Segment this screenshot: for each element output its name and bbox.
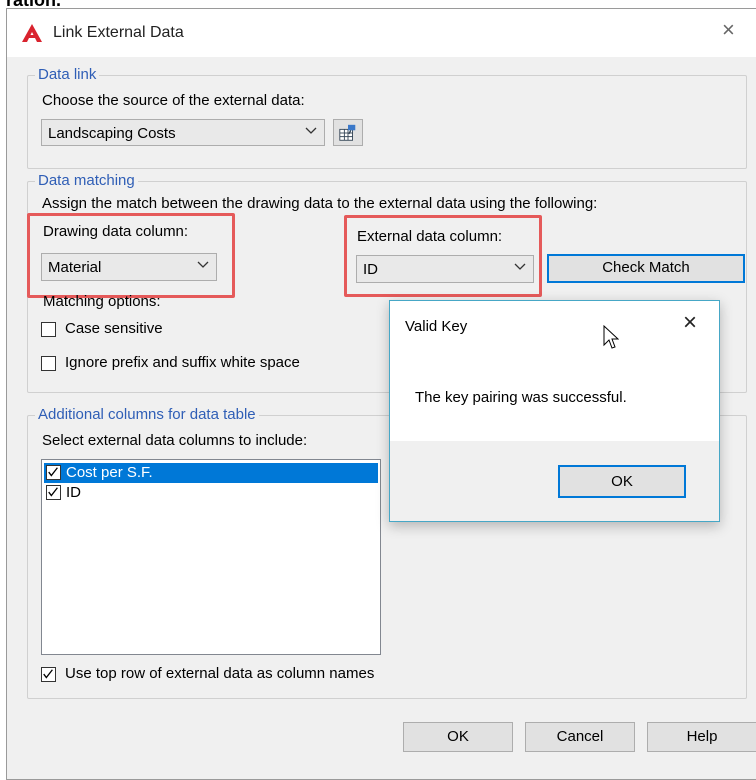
additional-columns-prompt: Select external data columns to include: [42,432,308,449]
valid-key-dialog: Valid Key × The key pairing was successf… [389,300,720,522]
checkmark-icon [43,669,53,679]
data-link-manager-button[interactable] [333,119,363,146]
autocad-app-icon [22,24,42,42]
external-column-value: ID [363,261,378,278]
matching-options-label: Matching options: [43,293,161,310]
list-item-label: Cost per S.F. [66,464,153,481]
column-checkbox[interactable] [46,465,61,480]
drawing-column-select[interactable]: Material [41,253,217,281]
external-column-label: External data column: [357,228,503,245]
popup-title: Valid Key [405,318,468,335]
chevron-down-icon [197,261,209,268]
close-icon[interactable]: × [722,19,735,41]
list-item-label: ID [66,484,81,501]
drawing-column-label: Drawing data column: [43,223,189,240]
case-sensitive-label: Case sensitive [65,320,163,337]
popup-message: The key pairing was successful. [415,389,627,406]
case-sensitive-checkbox[interactable] [41,322,56,337]
drawing-column-value: Material [48,259,102,276]
external-columns-list[interactable]: Cost per S.F. ID [41,459,381,655]
window-title: Link External Data [53,24,184,41]
check-match-button[interactable]: Check Match [547,254,745,283]
popup-footer: OK [390,441,719,521]
list-item[interactable]: Cost per S.F. [44,463,378,483]
checkmark-icon [48,467,58,477]
title-bar: Link External Data × [7,9,756,57]
help-button[interactable]: Help [647,722,756,752]
list-item[interactable]: ID [44,483,378,503]
data-source-select[interactable]: Landscaping Costs [41,119,325,146]
use-top-row-checkbox[interactable] [41,667,56,682]
external-column-select[interactable]: ID [356,255,534,283]
data-link-manager-icon [339,124,356,141]
chevron-down-icon [305,127,317,134]
data-link-legend: Data link [35,66,100,84]
ignore-whitespace-label: Ignore prefix and suffix white space [65,354,300,371]
use-top-row-label: Use top row of external data as column n… [65,665,375,682]
data-source-value: Landscaping Costs [48,125,176,142]
cancel-button[interactable]: Cancel [525,722,635,752]
data-link-prompt: Choose the source of the external data: [42,92,305,109]
data-matching-legend: Data matching [35,172,138,190]
ok-button[interactable]: OK [403,722,513,752]
column-checkbox[interactable] [46,485,61,500]
checkmark-icon [48,487,58,497]
chevron-down-icon [514,263,526,270]
popup-ok-button[interactable]: OK [558,465,686,498]
ignore-whitespace-checkbox[interactable] [41,356,56,371]
mouse-cursor-icon [603,325,619,349]
close-icon[interactable]: × [683,311,697,335]
data-matching-prompt: Assign the match between the drawing dat… [42,195,598,212]
additional-columns-legend: Additional columns for data table [35,406,259,424]
